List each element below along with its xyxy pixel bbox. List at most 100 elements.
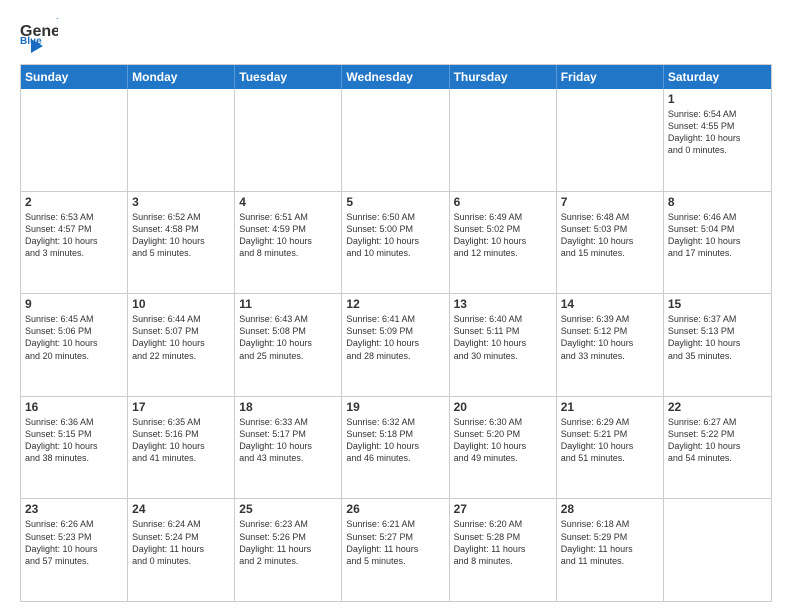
- day-cell-8: 8 Sunrise: 6:46 AM Sunset: 5:04 PM Daylig…: [664, 192, 771, 294]
- day-cell-23: 23 Sunrise: 6:26 AM Sunset: 5:23 PM Dayli…: [21, 499, 128, 601]
- day-number: 21: [561, 400, 659, 414]
- day-number: 9: [25, 297, 123, 311]
- day-info: Sunrise: 6:39 AM Sunset: 5:12 PM Dayligh…: [561, 313, 659, 362]
- day-cell-27: 27 Sunrise: 6:20 AM Sunset: 5:28 PM Dayli…: [450, 499, 557, 601]
- day-cell-25: 25Sunrise: 6:23 AM Sunset: 5:26 PM Dayli…: [235, 499, 342, 601]
- day-cell-24: 24 Sunrise: 6:24 AM Sunset: 5:24 PM Dayli…: [128, 499, 235, 601]
- day-cell-9: 9 Sunrise: 6:45 AM Sunset: 5:06 PM Daylig…: [21, 294, 128, 396]
- weekday-header-wednesday: Wednesday: [342, 65, 449, 89]
- day-info: Sunrise: 6:53 AM Sunset: 4:57 PM Dayligh…: [25, 211, 123, 260]
- day-number: 19: [346, 400, 444, 414]
- empty-cell-r4-c6: [664, 499, 771, 601]
- day-info: Sunrise: 6:20 AM Sunset: 5:28 PM Dayligh…: [454, 518, 552, 567]
- day-cell-10: 10 Sunrise: 6:44 AM Sunset: 5:07 PM Dayli…: [128, 294, 235, 396]
- calendar-row-3: 9 Sunrise: 6:45 AM Sunset: 5:06 PM Daylig…: [21, 293, 771, 396]
- day-info: Sunrise: 6:36 AM Sunset: 5:15 PM Dayligh…: [25, 416, 123, 465]
- day-number: 25: [239, 502, 337, 516]
- day-number: 13: [454, 297, 552, 311]
- calendar-row-1: 1 Sunrise: 6:54 AM Sunset: 4:55 PM Daylig…: [21, 89, 771, 191]
- day-info: Sunrise: 6:27 AM Sunset: 5:22 PM Dayligh…: [668, 416, 767, 465]
- day-info: Sunrise: 6:40 AM Sunset: 5:11 PM Dayligh…: [454, 313, 552, 362]
- day-info: Sunrise: 6:29 AM Sunset: 5:21 PM Dayligh…: [561, 416, 659, 465]
- weekday-header-thursday: Thursday: [450, 65, 557, 89]
- day-number: 27: [454, 502, 552, 516]
- day-number: 7: [561, 195, 659, 209]
- day-number: 16: [25, 400, 123, 414]
- calendar: SundayMondayTuesdayWednesdayThursdayFrid…: [20, 64, 772, 602]
- day-info: Sunrise: 6:51 AM Sunset: 4:59 PM Dayligh…: [239, 211, 337, 260]
- day-cell-21: 21 Sunrise: 6:29 AM Sunset: 5:21 PM Dayli…: [557, 397, 664, 499]
- calendar-row-5: 23 Sunrise: 6:26 AM Sunset: 5:23 PM Dayli…: [21, 498, 771, 601]
- calendar-row-4: 16 Sunrise: 6:36 AM Sunset: 5:15 PM Dayli…: [21, 396, 771, 499]
- day-info: Sunrise: 6:49 AM Sunset: 5:02 PM Dayligh…: [454, 211, 552, 260]
- day-number: 28: [561, 502, 659, 516]
- day-info: Sunrise: 6:26 AM Sunset: 5:23 PM Dayligh…: [25, 518, 123, 567]
- day-cell-26: 26 Sunrise: 6:21 AM Sunset: 5:27 PM Dayli…: [342, 499, 449, 601]
- day-cell-3: 3 Sunrise: 6:52 AM Sunset: 4:58 PM Daylig…: [128, 192, 235, 294]
- weekday-header-saturday: Saturday: [664, 65, 771, 89]
- day-cell-4: 4 Sunrise: 6:51 AM Sunset: 4:59 PM Daylig…: [235, 192, 342, 294]
- day-number: 8: [668, 195, 767, 209]
- day-info: Sunrise: 6:46 AM Sunset: 5:04 PM Dayligh…: [668, 211, 767, 260]
- day-cell-13: 13 Sunrise: 6:40 AM Sunset: 5:11 PM Dayli…: [450, 294, 557, 396]
- day-number: 1: [668, 92, 767, 106]
- day-cell-2: 2 Sunrise: 6:53 AM Sunset: 4:57 PM Daylig…: [21, 192, 128, 294]
- day-number: 14: [561, 297, 659, 311]
- day-info: Sunrise: 6:48 AM Sunset: 5:03 PM Dayligh…: [561, 211, 659, 260]
- day-number: 15: [668, 297, 767, 311]
- weekday-header-friday: Friday: [557, 65, 664, 89]
- day-number: 4: [239, 195, 337, 209]
- day-number: 26: [346, 502, 444, 516]
- day-number: 24: [132, 502, 230, 516]
- calendar-header: SundayMondayTuesdayWednesdayThursdayFrid…: [21, 65, 771, 89]
- day-info: Sunrise: 6:41 AM Sunset: 5:09 PM Dayligh…: [346, 313, 444, 362]
- day-info: Sunrise: 6:43 AM Sunset: 5:08 PM Dayligh…: [239, 313, 337, 362]
- empty-cell-r0-c5: [557, 89, 664, 191]
- day-number: 6: [454, 195, 552, 209]
- day-number: 23: [25, 502, 123, 516]
- day-cell-22: 22 Sunrise: 6:27 AM Sunset: 5:22 PM Dayli…: [664, 397, 771, 499]
- day-cell-14: 14 Sunrise: 6:39 AM Sunset: 5:12 PM Dayli…: [557, 294, 664, 396]
- empty-cell-r0-c3: [342, 89, 449, 191]
- day-info: Sunrise: 6:52 AM Sunset: 4:58 PM Dayligh…: [132, 211, 230, 260]
- day-info: Sunrise: 6:24 AM Sunset: 5:24 PM Dayligh…: [132, 518, 230, 567]
- day-number: 2: [25, 195, 123, 209]
- day-info: Sunrise: 6:45 AM Sunset: 5:06 PM Dayligh…: [25, 313, 123, 362]
- day-info: Sunrise: 6:33 AM Sunset: 5:17 PM Dayligh…: [239, 416, 337, 465]
- empty-cell-r0-c1: [128, 89, 235, 191]
- calendar-body: 1 Sunrise: 6:54 AM Sunset: 4:55 PM Daylig…: [21, 89, 771, 601]
- day-number: 20: [454, 400, 552, 414]
- empty-cell-r0-c2: [235, 89, 342, 191]
- logo-flag-icon: [21, 38, 43, 54]
- day-info: Sunrise: 6:35 AM Sunset: 5:16 PM Dayligh…: [132, 416, 230, 465]
- day-info: Sunrise: 6:37 AM Sunset: 5:13 PM Dayligh…: [668, 313, 767, 362]
- empty-cell-r0-c0: [21, 89, 128, 191]
- day-number: 22: [668, 400, 767, 414]
- day-number: 10: [132, 297, 230, 311]
- day-cell-5: 5 Sunrise: 6:50 AM Sunset: 5:00 PM Daylig…: [342, 192, 449, 294]
- day-cell-19: 19Sunrise: 6:32 AM Sunset: 5:18 PM Dayli…: [342, 397, 449, 499]
- day-cell-20: 20Sunrise: 6:30 AM Sunset: 5:20 PM Dayli…: [450, 397, 557, 499]
- day-cell-16: 16 Sunrise: 6:36 AM Sunset: 5:15 PM Dayli…: [21, 397, 128, 499]
- day-cell-7: 7 Sunrise: 6:48 AM Sunset: 5:03 PM Daylig…: [557, 192, 664, 294]
- weekday-header-sunday: Sunday: [21, 65, 128, 89]
- day-number: 18: [239, 400, 337, 414]
- calendar-page: General Blue SundayMondayTuesdayWednesda…: [0, 0, 792, 612]
- day-info: Sunrise: 6:21 AM Sunset: 5:27 PM Dayligh…: [346, 518, 444, 567]
- day-cell-28: 28 Sunrise: 6:18 AM Sunset: 5:29 PM Dayli…: [557, 499, 664, 601]
- day-info: Sunrise: 6:18 AM Sunset: 5:29 PM Dayligh…: [561, 518, 659, 567]
- day-number: 3: [132, 195, 230, 209]
- day-info: Sunrise: 6:50 AM Sunset: 5:00 PM Dayligh…: [346, 211, 444, 260]
- day-cell-11: 11Sunrise: 6:43 AM Sunset: 5:08 PM Dayli…: [235, 294, 342, 396]
- empty-cell-r0-c4: [450, 89, 557, 191]
- day-cell-6: 6 Sunrise: 6:49 AM Sunset: 5:02 PM Daylig…: [450, 192, 557, 294]
- weekday-header-tuesday: Tuesday: [235, 65, 342, 89]
- logo: General Blue: [20, 18, 58, 54]
- day-info: Sunrise: 6:44 AM Sunset: 5:07 PM Dayligh…: [132, 313, 230, 362]
- header: General Blue: [20, 18, 772, 54]
- day-number: 5: [346, 195, 444, 209]
- day-cell-18: 18 Sunrise: 6:33 AM Sunset: 5:17 PM Dayli…: [235, 397, 342, 499]
- day-cell-17: 17Sunrise: 6:35 AM Sunset: 5:16 PM Dayli…: [128, 397, 235, 499]
- day-info: Sunrise: 6:54 AM Sunset: 4:55 PM Dayligh…: [668, 108, 767, 157]
- weekday-header-monday: Monday: [128, 65, 235, 89]
